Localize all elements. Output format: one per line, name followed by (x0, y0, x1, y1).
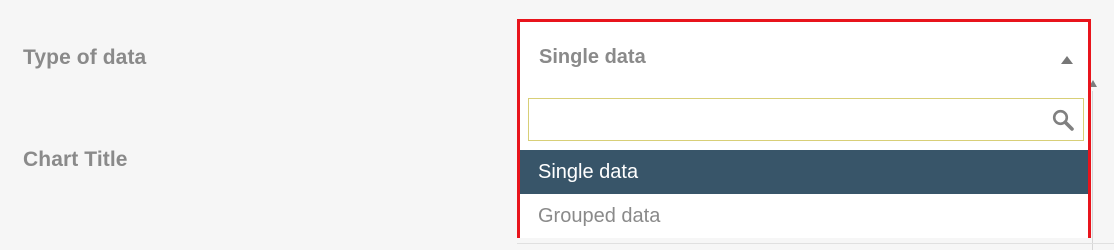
option-grouped-data[interactable]: Grouped data (520, 194, 1088, 238)
type-of-data-label: Type of data (23, 46, 147, 69)
background-divider-horizontal (517, 243, 1114, 244)
type-of-data-select[interactable]: Single data Single data Grouped data (517, 19, 1091, 238)
selected-value[interactable]: Single data (539, 46, 646, 69)
caret-up-icon[interactable] (1061, 56, 1073, 64)
option-single-data[interactable]: Single data (520, 150, 1088, 194)
dropdown-search-input[interactable] (528, 98, 1084, 141)
chart-title-label: Chart Title (23, 148, 128, 171)
background-divider-vertical (1092, 91, 1093, 250)
search-icon (1052, 109, 1074, 131)
